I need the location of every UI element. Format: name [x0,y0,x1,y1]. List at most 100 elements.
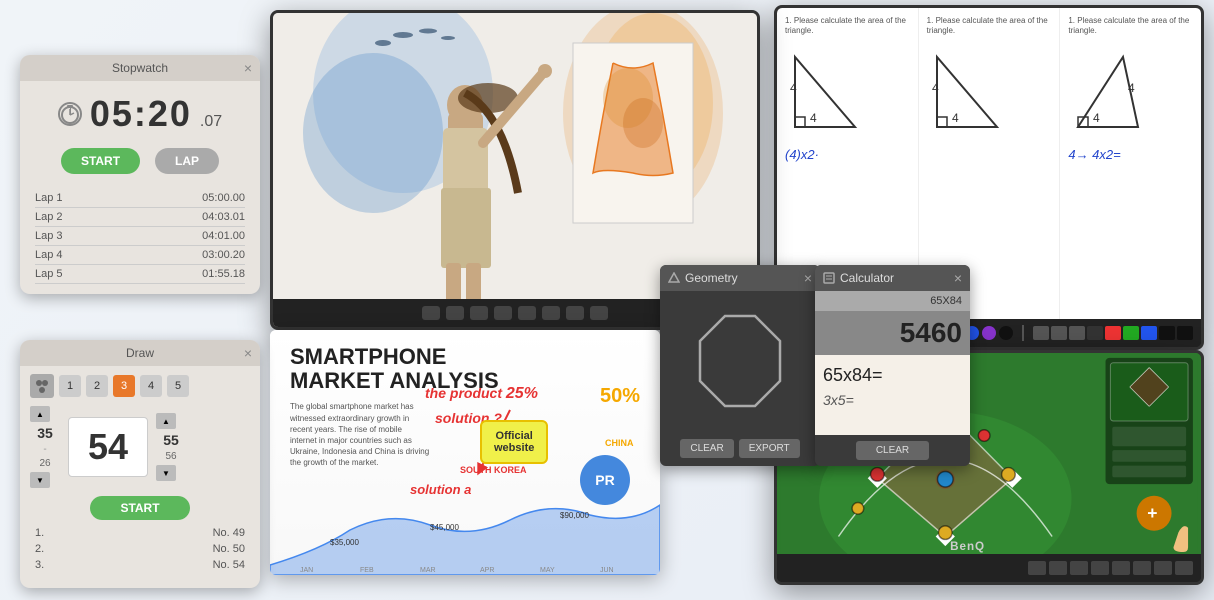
lap-time-5: 01:55.18 [202,268,245,280]
main-scene: Stopwatch × 05:20 .07 START LAP Lap 1 05… [0,0,1214,600]
presentation-content: SMARTPHONEMARKET ANALYSIS The global sma… [270,330,660,575]
draw-number-1[interactable]: 1 [59,375,81,397]
tool-6[interactable] [1123,326,1139,340]
stopwatch-title: Stopwatch [112,61,168,75]
draw-right-down-button[interactable]: ▼ [156,465,176,481]
wb-question-1: 1. Please calculate the area of the tria… [785,16,910,37]
draw-number-2[interactable]: 2 [86,375,108,397]
geometry-close-button[interactable]: × [804,270,812,286]
pres-south-korea-label: SOUTH KOREA [460,465,527,475]
sports-tool-4[interactable] [1091,561,1109,575]
draw-result-1: 1. No. 49 [35,525,245,541]
wb-triangle-1: 4 4 [785,47,865,137]
calculator-equation: 65x84= [823,363,962,388]
draw-left-up-button[interactable]: ▲ [30,406,50,422]
draw-start-button[interactable]: START [90,496,189,520]
toolbar-item[interactable] [446,306,464,320]
tool-7[interactable] [1141,326,1157,340]
sports-tool-5[interactable] [1112,561,1130,575]
sports-tool-6[interactable] [1133,561,1151,575]
lap-label-1: Lap 1 [35,192,63,204]
right-toolbar-tools [1033,326,1193,340]
tool-4[interactable] [1087,326,1103,340]
lap-time-3: 04:01.00 [202,230,245,242]
toolbar-item[interactable] [422,306,440,320]
lap-time-4: 03:00.20 [202,249,245,261]
tool-8[interactable] [1159,326,1175,340]
lap-row-3: Lap 3 04:01.00 [35,227,245,246]
draw-widget: Draw × 1 2 3 4 5 ▲ 35 - [20,340,260,588]
stopwatch-close-button[interactable]: × [244,60,252,76]
draw-left-down-button[interactable]: ▼ [30,472,50,488]
stopwatch-laps-list: Lap 1 05:00.00 Lap 2 04:03.01 Lap 3 04:0… [20,184,260,294]
calculator-widget: Calculator × 65X84 5460 65x84= 3x5= CLEA… [815,265,970,466]
sports-tool-8[interactable] [1175,561,1193,575]
geometry-icon [668,272,680,284]
sports-tool-1[interactable] [1028,561,1046,575]
calculator-sub-equation: 3x5= [823,392,962,408]
wb-question-2: 1. Please calculate the area of the tria… [927,16,1052,37]
tool-9[interactable] [1177,326,1193,340]
geometry-clear-button[interactable]: CLEAR [680,439,733,458]
svg-text:FEB: FEB [360,567,374,574]
calculator-close-button[interactable]: × [954,270,962,286]
svg-text:4: 4 [1128,81,1135,95]
tool-2[interactable] [1051,326,1067,340]
draw-group-icon [30,374,54,398]
draw-result-rank-1: 1. [35,527,44,539]
draw-close-button[interactable]: × [244,345,252,361]
calculator-header: Calculator × [815,265,970,291]
toolbar-item[interactable] [566,306,584,320]
stopwatch-time-main: 05:20 [90,93,192,135]
toolbar-item[interactable] [518,306,536,320]
lap-time-1: 05:00.00 [202,192,245,204]
draw-title: Draw [126,346,154,360]
presentation-widget: SMARTPHONEMARKET ANALYSIS The global sma… [270,330,660,575]
geometry-title-label: Geometry [685,271,738,285]
draw-number-3[interactable]: 3 [113,375,135,397]
toolbar-item[interactable] [590,306,608,320]
geometry-header: Geometry × [660,265,820,291]
tool-3[interactable] [1069,326,1085,340]
draw-number-4[interactable]: 4 [140,375,162,397]
presentation-body: The global smartphone market has witness… [290,401,430,468]
draw-left-score-controls: ▲ 35 - 26 ▼ [30,406,60,488]
stopwatch-lap-button[interactable]: LAP [155,148,219,174]
geometry-export-button[interactable]: EXPORT [739,439,800,458]
svg-text:$35,000: $35,000 [330,538,359,547]
svg-text:MAR: MAR [420,567,436,574]
sports-tool-2[interactable] [1049,561,1067,575]
lap-row-2: Lap 2 04:03.01 [35,208,245,227]
wb-question-3: 1. Please calculate the area of the tria… [1068,16,1193,37]
stopwatch-controls: START LAP [20,143,260,184]
sports-tool-7[interactable] [1154,561,1172,575]
geometry-title-area: Geometry [668,271,738,285]
geometry-canvas [660,291,820,431]
lap-label-4: Lap 4 [35,249,63,261]
draw-result-value-1: No. 49 [213,527,245,539]
calculator-clear-button[interactable]: CLEAR [856,441,929,460]
draw-result-rank-3: 3. [35,559,44,571]
draw-score-display: 54 [68,417,148,477]
draw-right-up-button[interactable]: ▲ [156,413,176,429]
sports-tool-3[interactable] [1070,561,1088,575]
calculator-title-label: Calculator [840,271,894,285]
lap-row-5: Lap 5 01:55.18 [35,265,245,284]
toolbar-item[interactable] [470,306,488,320]
tool-1[interactable] [1033,326,1049,340]
calculator-result-display: 5460 [815,311,970,355]
lap-row-4: Lap 4 03:00.20 [35,246,245,265]
wb-triangle-3: 4 4 [1068,47,1148,137]
tool-5[interactable] [1105,326,1121,340]
pres-annotation-text: the product 25% [425,385,538,403]
color-black[interactable] [999,326,1013,340]
svg-text:+: + [1147,503,1157,523]
divider [1022,325,1024,341]
draw-number-5[interactable]: 5 [167,375,189,397]
toolbar-item[interactable] [542,306,560,320]
color-purple[interactable] [982,326,996,340]
stopwatch-start-button[interactable]: START [61,148,140,174]
pres-official-website-box: Officialwebsite [480,420,548,464]
lap-row-1: Lap 1 05:00.00 [35,189,245,208]
toolbar-item[interactable] [494,306,512,320]
